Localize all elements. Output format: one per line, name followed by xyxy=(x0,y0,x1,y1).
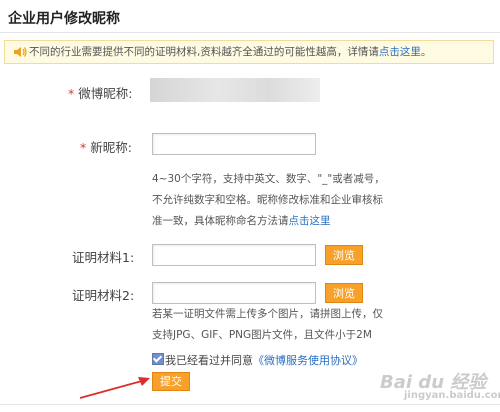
proof1-label: 证明材料1: xyxy=(72,250,135,265)
proof1-file-field[interactable] xyxy=(152,244,316,266)
naming-rules-link[interactable]: 点击这里 xyxy=(289,215,331,227)
nickname-hint-line3: 准一致，具体昵称命名方法请点击这里 xyxy=(152,211,331,232)
divider xyxy=(0,32,500,33)
upload-hint-line1: 若某一证明文件需上传多个图片，请拼图上传，仅 xyxy=(152,308,383,320)
red-arrow-icon xyxy=(79,377,150,399)
upload-hint-line2: 支持JPG、GIF、PNG图片文件，且文件小于2M xyxy=(152,329,372,341)
nickname-hint-line2: 不允许纯数字和空格。昵称修改标准和企业审核标 xyxy=(152,194,383,206)
notice-link[interactable]: 点击这里 xyxy=(379,46,421,58)
current-nickname-label: * 微博昵称: xyxy=(68,83,132,102)
proof1-browse-button[interactable]: 浏览 xyxy=(325,245,363,265)
new-nickname-label-text: 新昵称: xyxy=(90,140,132,155)
proof2-label: 证明材料2: xyxy=(72,288,135,303)
baidu-jingyan-watermark: Bai du 经验 jingyan.baidu.com xyxy=(380,368,500,401)
agree-checkbox[interactable] xyxy=(152,353,164,365)
nickname-hint-line3-text: 准一致，具体昵称命名方法请 xyxy=(152,215,289,227)
notice-body: 不同的行业需要提供不同的证明材料,资料越齐全通过的可能性越高，详情请 xyxy=(29,46,379,58)
required-marker: * xyxy=(80,140,87,155)
nickname-hint-line1: 4~30个字符，支持中英文、数字、"_"或者减号， xyxy=(152,173,385,185)
speaker-icon xyxy=(14,47,27,57)
new-nickname-label: * 新昵称: xyxy=(80,137,132,156)
notice-text: 不同的行业需要提供不同的证明材料,资料越齐全通过的可能性越高，详情请点击这里。 xyxy=(29,41,431,63)
divider xyxy=(0,404,500,405)
required-marker: * xyxy=(68,86,75,101)
current-nickname-blurred xyxy=(150,78,320,102)
agree-text: 我已经看过并同意 xyxy=(165,354,253,367)
new-nickname-input[interactable] xyxy=(152,133,316,155)
proof2-file-field[interactable] xyxy=(152,282,316,304)
notice-bar: 不同的行业需要提供不同的证明材料,资料越齐全通过的可能性越高，详情请点击这里。 xyxy=(4,40,494,64)
current-nickname-label-text: 微博昵称: xyxy=(78,86,133,101)
proof2-browse-button[interactable]: 浏览 xyxy=(325,283,363,303)
submit-button[interactable]: 提交 xyxy=(152,372,190,391)
notice-end: 。 xyxy=(420,46,432,58)
watermark-sub: jingyan.baidu.com xyxy=(404,390,500,401)
service-agreement-link[interactable]: 《微博服务使用协议》 xyxy=(253,354,363,367)
page-title: 企业用户修改昵称 xyxy=(8,11,120,27)
agreement-row: 我已经看过并同意《微博服务使用协议》 xyxy=(152,352,363,368)
